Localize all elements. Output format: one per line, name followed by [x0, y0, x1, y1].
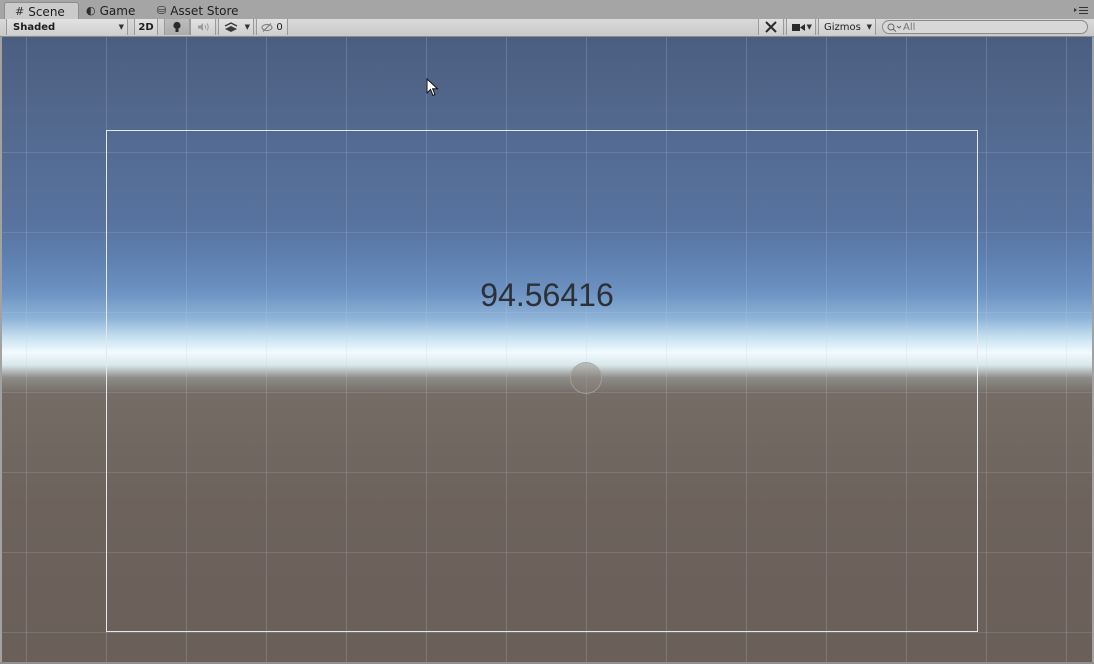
eye-slash-icon [261, 22, 273, 32]
effects-dropdown[interactable]: ▼ [218, 19, 254, 35]
mode-2d-label: 2D [138, 21, 154, 33]
gizmos-dropdown[interactable]: Gizmos ▼ [818, 19, 876, 35]
audio-toggle[interactable] [190, 19, 216, 35]
ui-canvas-bounds [106, 130, 978, 632]
hidden-objects-toggle[interactable]: 0 [256, 19, 288, 35]
tab-game[interactable]: ◐ Game [86, 2, 135, 19]
grid-line [2, 632, 1092, 633]
draw-mode-label: Shaded [13, 21, 56, 33]
gizmos-label: Gizmos [824, 21, 861, 33]
camera-dropdown[interactable]: ▼ [786, 19, 816, 35]
effects-icon [224, 21, 238, 32]
mouse-cursor-icon [426, 78, 439, 97]
tab-bar: # Scene ◐ Game ⛁ Asset Store [0, 0, 1094, 20]
bag-icon: ⛁ [157, 4, 167, 17]
lightbulb-icon [173, 21, 181, 32]
tab-asset-store-label: Asset Store [170, 3, 239, 18]
search-icon [887, 23, 901, 32]
grid-icon: # [15, 5, 25, 18]
chevron-down-icon: ▼ [866, 23, 872, 31]
hidden-count: 0 [276, 21, 283, 33]
scene-toolbar: Shaded ▼ 2D ▼ 0 ▼ Gizmos ▼ All [0, 19, 1094, 37]
speaker-icon [197, 23, 209, 31]
scene-viewport[interactable]: 94.56416 [2, 37, 1092, 662]
camera-icon [792, 23, 805, 31]
tab-asset-store[interactable]: ⛁ Asset Store [157, 2, 239, 19]
grid-line [1066, 37, 1067, 662]
search-placeholder: All [903, 21, 916, 33]
chevron-down-icon: ▼ [118, 23, 124, 31]
chevron-down-icon: ▼ [806, 23, 812, 31]
scene-value-text[interactable]: 94.56416 [2, 277, 1092, 314]
light-gizmo[interactable] [570, 362, 602, 394]
chevron-down-icon: ▼ [244, 23, 250, 31]
grid-line [26, 37, 27, 662]
tools-icon [765, 21, 777, 33]
lighting-toggle[interactable] [164, 19, 190, 35]
tab-scene[interactable]: # Scene [4, 2, 79, 20]
panel-menu-icon[interactable] [1074, 5, 1088, 15]
mode-2d-toggle[interactable]: 2D [134, 19, 158, 35]
draw-mode-dropdown[interactable]: Shaded ▼ [6, 19, 128, 35]
search-input[interactable]: All [882, 20, 1088, 34]
pacman-icon: ◐ [86, 4, 96, 17]
tab-scene-label: Scene [28, 4, 65, 19]
grid-line [986, 37, 987, 662]
tools-button[interactable] [758, 19, 784, 35]
tab-game-label: Game [99, 3, 136, 18]
